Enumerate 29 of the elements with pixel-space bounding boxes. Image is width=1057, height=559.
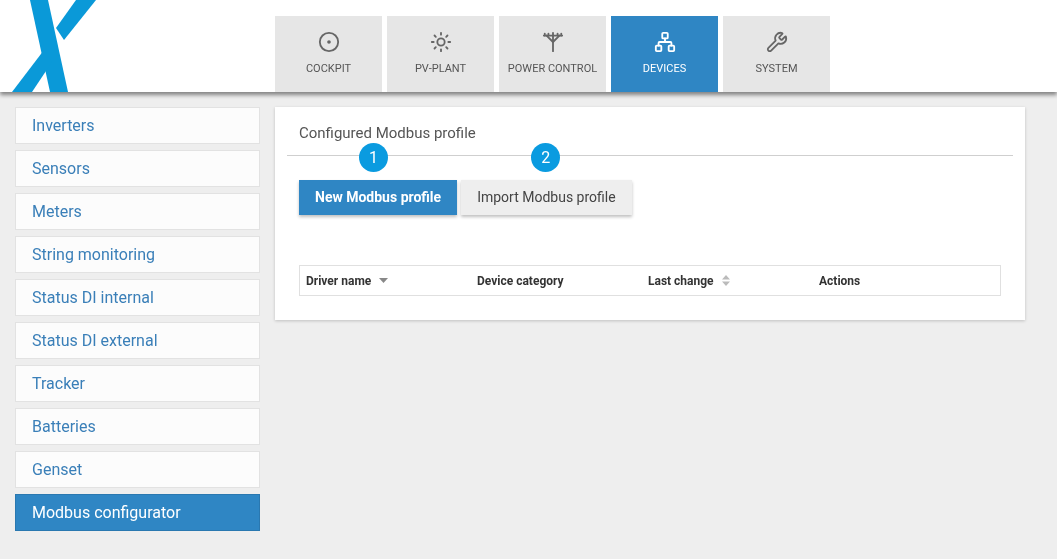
callout-badge: 2 (531, 143, 561, 172)
sort-icon[interactable] (721, 275, 730, 286)
wrench-icon (765, 30, 788, 53)
column-header[interactable]: Device category (477, 271, 564, 290)
sidebar-item[interactable]: Inverters (15, 107, 260, 144)
sun-icon (429, 30, 452, 53)
sidebar-item[interactable]: Status DI external (15, 322, 260, 359)
target-icon (317, 30, 340, 53)
nav-tab[interactable]: PV-PLANT (387, 16, 494, 92)
sort-down-icon[interactable] (379, 278, 389, 283)
sidebar-item[interactable]: Batteries (15, 408, 260, 445)
sidebar-item[interactable]: Modbus configurator (15, 494, 260, 531)
column-header[interactable]: Actions (819, 271, 861, 290)
callout-badge: 1 (359, 143, 388, 172)
nav-tab[interactable]: COCKPIT (275, 16, 382, 92)
sidebar-item[interactable]: Sensors (15, 150, 260, 187)
pylon-icon (541, 30, 564, 53)
panel-title: Configured Modbus profile (299, 124, 476, 142)
sidebar-item[interactable]: Meters (15, 193, 260, 230)
nav-tab[interactable]: SYSTEM (723, 16, 830, 92)
sidebar-item[interactable]: Tracker (15, 365, 260, 402)
sidebar-item[interactable]: Genset (15, 451, 260, 488)
sidebar-item[interactable]: String monitoring (15, 236, 260, 273)
sidebar-item[interactable]: Status DI internal (15, 279, 260, 316)
column-header[interactable]: Driver name (306, 271, 372, 290)
network-icon (653, 30, 676, 53)
nav-tab[interactable]: DEVICES (611, 16, 718, 92)
nav-tab[interactable]: POWER CONTROL (499, 16, 606, 92)
column-header[interactable]: Last change (648, 271, 714, 290)
